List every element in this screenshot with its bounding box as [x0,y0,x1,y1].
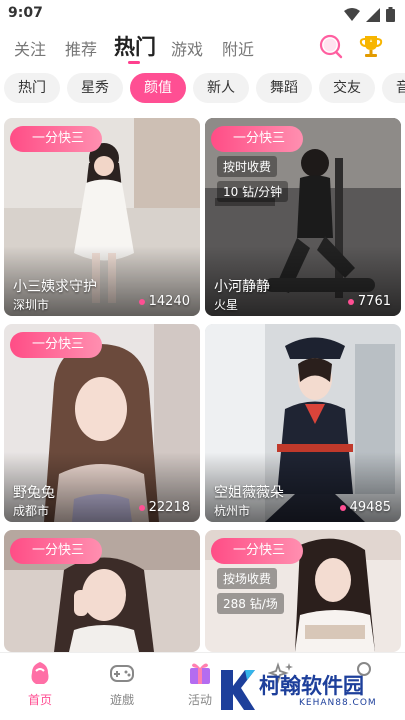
status-bar: 9:07 [0,0,405,30]
streamer-city: 成都市 [13,504,50,518]
pricing-rate: 10 钻/分钟 [217,181,289,202]
chip-hot[interactable]: 热门 [4,73,60,103]
viewer-count-value: 14240 [148,294,190,309]
watermark-subtext: KEHAN88.COM [299,698,377,708]
streamer-name: 小河静静 [214,279,270,295]
trophy-icon[interactable] [358,33,384,59]
streamer-city: 深圳市 [13,298,50,312]
battery-icon [386,7,395,22]
pricing-mode: 按时收费 [217,156,278,177]
stream-card[interactable]: 一分快三 按时收费 10 钻/分钟 小河静静 火星 7761 [205,118,401,316]
viewer-count: 49485 [339,500,391,515]
watermark-overlay: 柯翰软件园 KEHAN88.COM [217,664,397,716]
game-badge[interactable]: 一分快三 [211,538,304,564]
chip-music[interactable]: 音 [382,73,405,103]
streamer-city: 火星 [214,298,239,312]
game-badge[interactable]: 一分快三 [10,332,103,358]
tab-follow[interactable]: 关注 [14,36,46,60]
stream-card[interactable]: 空姐薇薇朵 杭州市 49485 [205,324,401,522]
home-icon [31,662,49,684]
nav-home[interactable]: 首页 [10,659,70,708]
signal-icon [366,7,380,22]
viewer-count-value: 22218 [148,500,190,515]
game-badge[interactable]: 一分快三 [211,126,304,152]
tab-hot[interactable]: 热门 [114,31,156,61]
gamepad-icon [110,665,134,682]
chip-looks[interactable]: 颜值 [130,73,186,103]
pricing-mode: 按场收费 [217,568,278,589]
tab-recommend[interactable]: 推荐 [65,36,97,60]
live-dot [347,298,354,305]
game-badge[interactable]: 一分快三 [10,538,103,564]
nav-games[interactable]: 遊戲 [92,659,152,708]
streamer-name: 野兔兔 [13,485,55,501]
wifi-icon [344,7,360,21]
chip-dance[interactable]: 舞蹈 [256,73,312,103]
viewer-count-value: 49485 [349,500,391,515]
tab-games[interactable]: 游戏 [171,36,203,60]
active-tab-indicator [128,61,140,64]
nav-home-label: 首页 [27,693,52,707]
gift-icon [190,663,210,684]
streamer-name: 空姐薇薇朵 [214,485,284,501]
live-dot [138,298,145,305]
status-icons [344,7,395,22]
stream-card[interactable]: 一分快三 小三姨求守护 深圳市 14240 [4,118,200,316]
tab-nearby[interactable]: 附近 [222,36,254,60]
nav-games-label: 遊戲 [109,693,134,707]
chip-star-show[interactable]: 星秀 [67,73,123,103]
stream-card[interactable]: 一分快三 野兔兔 成都市 22218 [4,324,200,522]
chip-newcomer[interactable]: 新人 [193,73,249,103]
live-dot [138,504,145,511]
category-chip-row: 热门 星秀 颜值 新人 舞蹈 交友 音 [0,73,405,105]
kehan-logo-icon [221,670,255,710]
game-badge[interactable]: 一分快三 [10,126,103,152]
top-tab-bar: 关注 推荐 热门 游戏 附近 [0,30,405,64]
viewer-count: 14240 [138,294,190,309]
pricing-rate: 288 钻/场 [217,593,284,614]
streamer-city: 杭州市 [214,504,251,518]
viewer-count: 22218 [138,500,190,515]
streamer-name: 小三姨求守护 [13,279,97,295]
viewer-count-value: 7761 [357,294,391,309]
viewer-count: 7761 [347,294,391,309]
stream-card[interactable]: 一分快三 [4,530,200,652]
status-time: 9:07 [8,5,43,21]
search-icon[interactable] [318,33,344,59]
stream-card[interactable]: 一分快三 按场收费 288 钻/场 [205,530,401,652]
live-dot [339,504,346,511]
chip-dating[interactable]: 交友 [319,73,375,103]
watermark-text: 柯翰软件园 [259,674,364,698]
